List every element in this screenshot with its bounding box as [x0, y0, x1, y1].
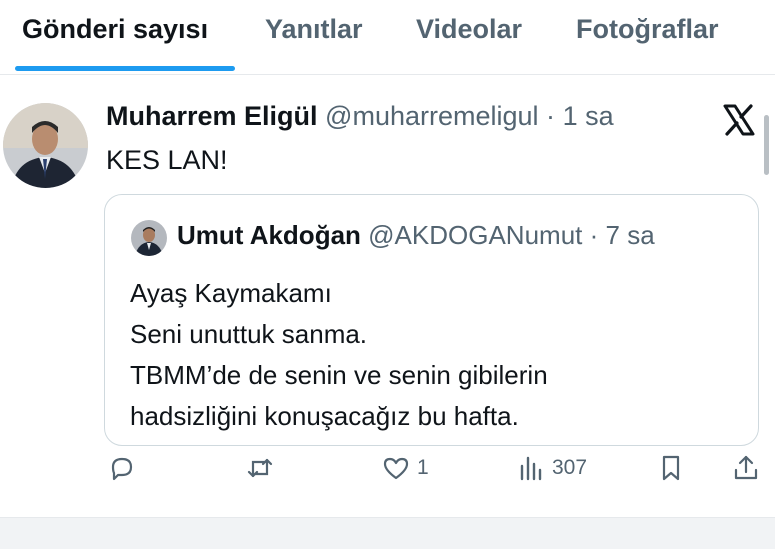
share-button[interactable]	[731, 453, 761, 483]
quote-line: TBMM’de de senin ve senin gibilerin	[130, 360, 548, 390]
quote-line: hadsizliğini konuşacağız bu hafta.	[130, 401, 519, 431]
quote-avatar[interactable]	[131, 220, 167, 256]
tab-replies[interactable]: Yanıtlar	[265, 14, 363, 45]
bookmark-icon	[662, 455, 680, 481]
tweet-time[interactable]: 1 sa	[563, 101, 614, 131]
views-chart-icon	[520, 456, 542, 481]
separator-dot: ·	[589, 220, 599, 250]
retweet-icon	[247, 458, 273, 478]
quote-header: Umut Akdoğan @AKDOGANumut · 7 sa	[177, 220, 655, 251]
avatar[interactable]	[3, 103, 88, 188]
next-tweet-divider	[0, 517, 775, 549]
quote-time[interactable]: 7 sa	[606, 220, 655, 250]
views-button[interactable]: 307	[516, 453, 587, 483]
bookmark-button[interactable]	[656, 453, 686, 483]
like-button[interactable]: 1	[381, 453, 429, 483]
profile-tabs: Gönderi sayısı Yanıtlar Videolar Fotoğra…	[0, 0, 775, 75]
reply-button[interactable]	[107, 453, 143, 483]
quote-author-handle[interactable]: @AKDOGANumut	[368, 220, 582, 250]
like-count: 1	[417, 456, 429, 479]
quoted-tweet[interactable]: Umut Akdoğan @AKDOGANumut · 7 sa Ayaş Ka…	[104, 194, 759, 446]
tweet[interactable]: Muharrem Eligül @muharremeligul · 1 sa K…	[0, 75, 775, 517]
tweet-text: KES LAN!	[106, 145, 228, 175]
tweet-header: Muharrem Eligül @muharremeligul · 1 sa	[106, 101, 614, 132]
quote-author-name[interactable]: Umut Akdoğan	[177, 220, 361, 250]
tweet-actions: 1 307	[0, 453, 775, 493]
active-tab-indicator	[15, 66, 235, 71]
quote-line: Seni unuttuk sanma.	[130, 319, 368, 349]
heart-icon	[383, 457, 409, 480]
quote-avatar-image	[131, 220, 167, 256]
reply-icon	[111, 457, 133, 481]
x-logo-icon	[722, 103, 756, 137]
quote-line: Ayaş Kaymakamı	[130, 278, 332, 308]
views-count: 307	[552, 456, 588, 479]
retweet-button[interactable]	[245, 453, 281, 483]
avatar-image	[3, 103, 88, 188]
tab-posts[interactable]: Gönderi sayısı	[22, 14, 208, 45]
quote-text: Ayaş Kaymakamı Seni unuttuk sanma. TBMM’…	[130, 273, 548, 437]
tab-videos[interactable]: Videolar	[416, 14, 522, 45]
share-icon	[734, 455, 758, 480]
tab-photos[interactable]: Fotoğraflar	[576, 14, 719, 45]
author-handle[interactable]: @muharremeligul	[325, 101, 538, 131]
scrollbar[interactable]	[764, 115, 769, 175]
separator-dot: ·	[546, 101, 556, 131]
author-name[interactable]: Muharrem Eligül	[106, 101, 318, 131]
